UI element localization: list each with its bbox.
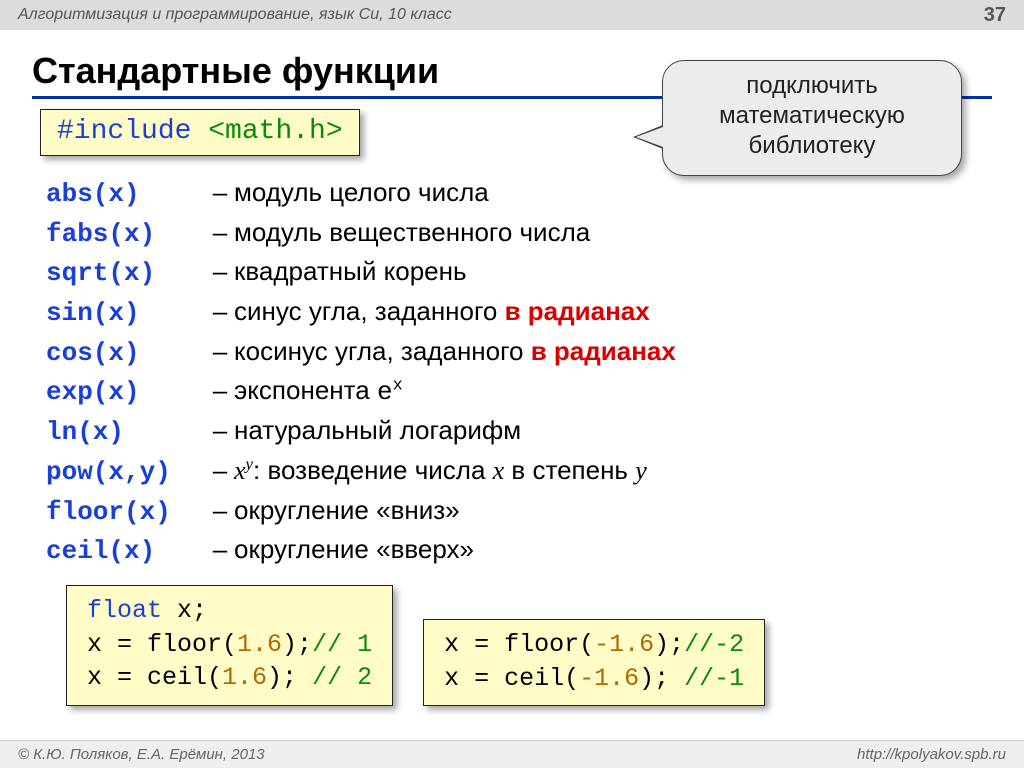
func-code: exp(x) [46,374,206,412]
header-bar: Алгоритмизация и программирование, язык … [0,0,1024,30]
func-row: abs(x) – модуль целого числа [46,174,1024,214]
func-row: ceil(x) – округление «вверх» [46,531,1024,571]
func-code: cos(x) [46,335,206,373]
func-row: exp(x) – экспонента ex [46,372,1024,412]
include-lib: <math.h> [208,116,342,147]
func-desc: синус угла, заданного в радианах [234,293,650,331]
func-row: pow(x,y) – xy: возведение числа x в степ… [46,452,1024,492]
func-row: fabs(x) – модуль вещественного числа [46,214,1024,254]
func-desc: экспонента ex [234,372,403,412]
func-desc: косинус угла, заданного в радианах [234,333,676,371]
func-desc: модуль целого числа [234,174,489,212]
dash: – [206,174,234,212]
function-list: abs(x) – модуль целого числа fabs(x) – м… [46,174,1024,571]
code-box-left: float x; x = floor(1.6);// 1 x = ceil(1.… [66,585,393,707]
func-code: pow(x,y) [46,454,206,492]
func-code: ln(x) [46,414,206,452]
func-row: ln(x) – натуральный логарифм [46,412,1024,452]
func-code: fabs(x) [46,216,206,254]
highlight-red: в радианах [505,296,650,326]
page-number: 37 [984,4,1006,27]
footer-bar: © К.Ю. Поляков, Е.А. Ерёмин, 2013 http:/… [0,740,1024,768]
footer-copyright: © К.Ю. Поляков, Е.А. Ерёмин, 2013 [18,746,265,763]
func-row: sqrt(x) – квадратный корень [46,253,1024,293]
func-code: ceil(x) [46,533,206,571]
func-desc: модуль вещественного числа [234,214,590,252]
code-box-right: x = floor(-1.6);//-2 x = ceil(-1.6); //-… [423,619,765,707]
func-desc: xy: возведение числа x в степень y [234,452,647,490]
include-directive-box: #include <math.h> [40,109,360,156]
highlight-red: в радианах [531,336,676,366]
footer-url: http://kpolyakov.spb.ru [857,746,1006,763]
callout-line3: библиотеку [677,131,947,161]
callout-bubble: подключить математическую библиотеку [662,60,962,176]
func-code: abs(x) [46,176,206,214]
subject-label: Алгоритмизация и программирование, язык … [18,6,452,24]
func-code: sqrt(x) [46,255,206,293]
callout-line1: подключить [677,71,947,101]
code-examples: float x; x = floor(1.6);// 1 x = ceil(1.… [66,585,1024,707]
func-code: sin(x) [46,295,206,333]
func-desc: округление «вниз» [234,492,460,530]
include-keyword: #include [57,116,191,147]
func-desc: округление «вверх» [234,531,474,569]
func-row: sin(x) – синус угла, заданного в радиана… [46,293,1024,333]
func-code: floor(x) [46,494,206,532]
func-desc: квадратный корень [234,253,467,291]
callout-line2: математическую [677,101,947,131]
func-row: cos(x) – косинус угла, заданного в радиа… [46,333,1024,373]
func-desc: натуральный логарифм [234,412,521,450]
func-row: floor(x) – округление «вниз» [46,492,1024,532]
